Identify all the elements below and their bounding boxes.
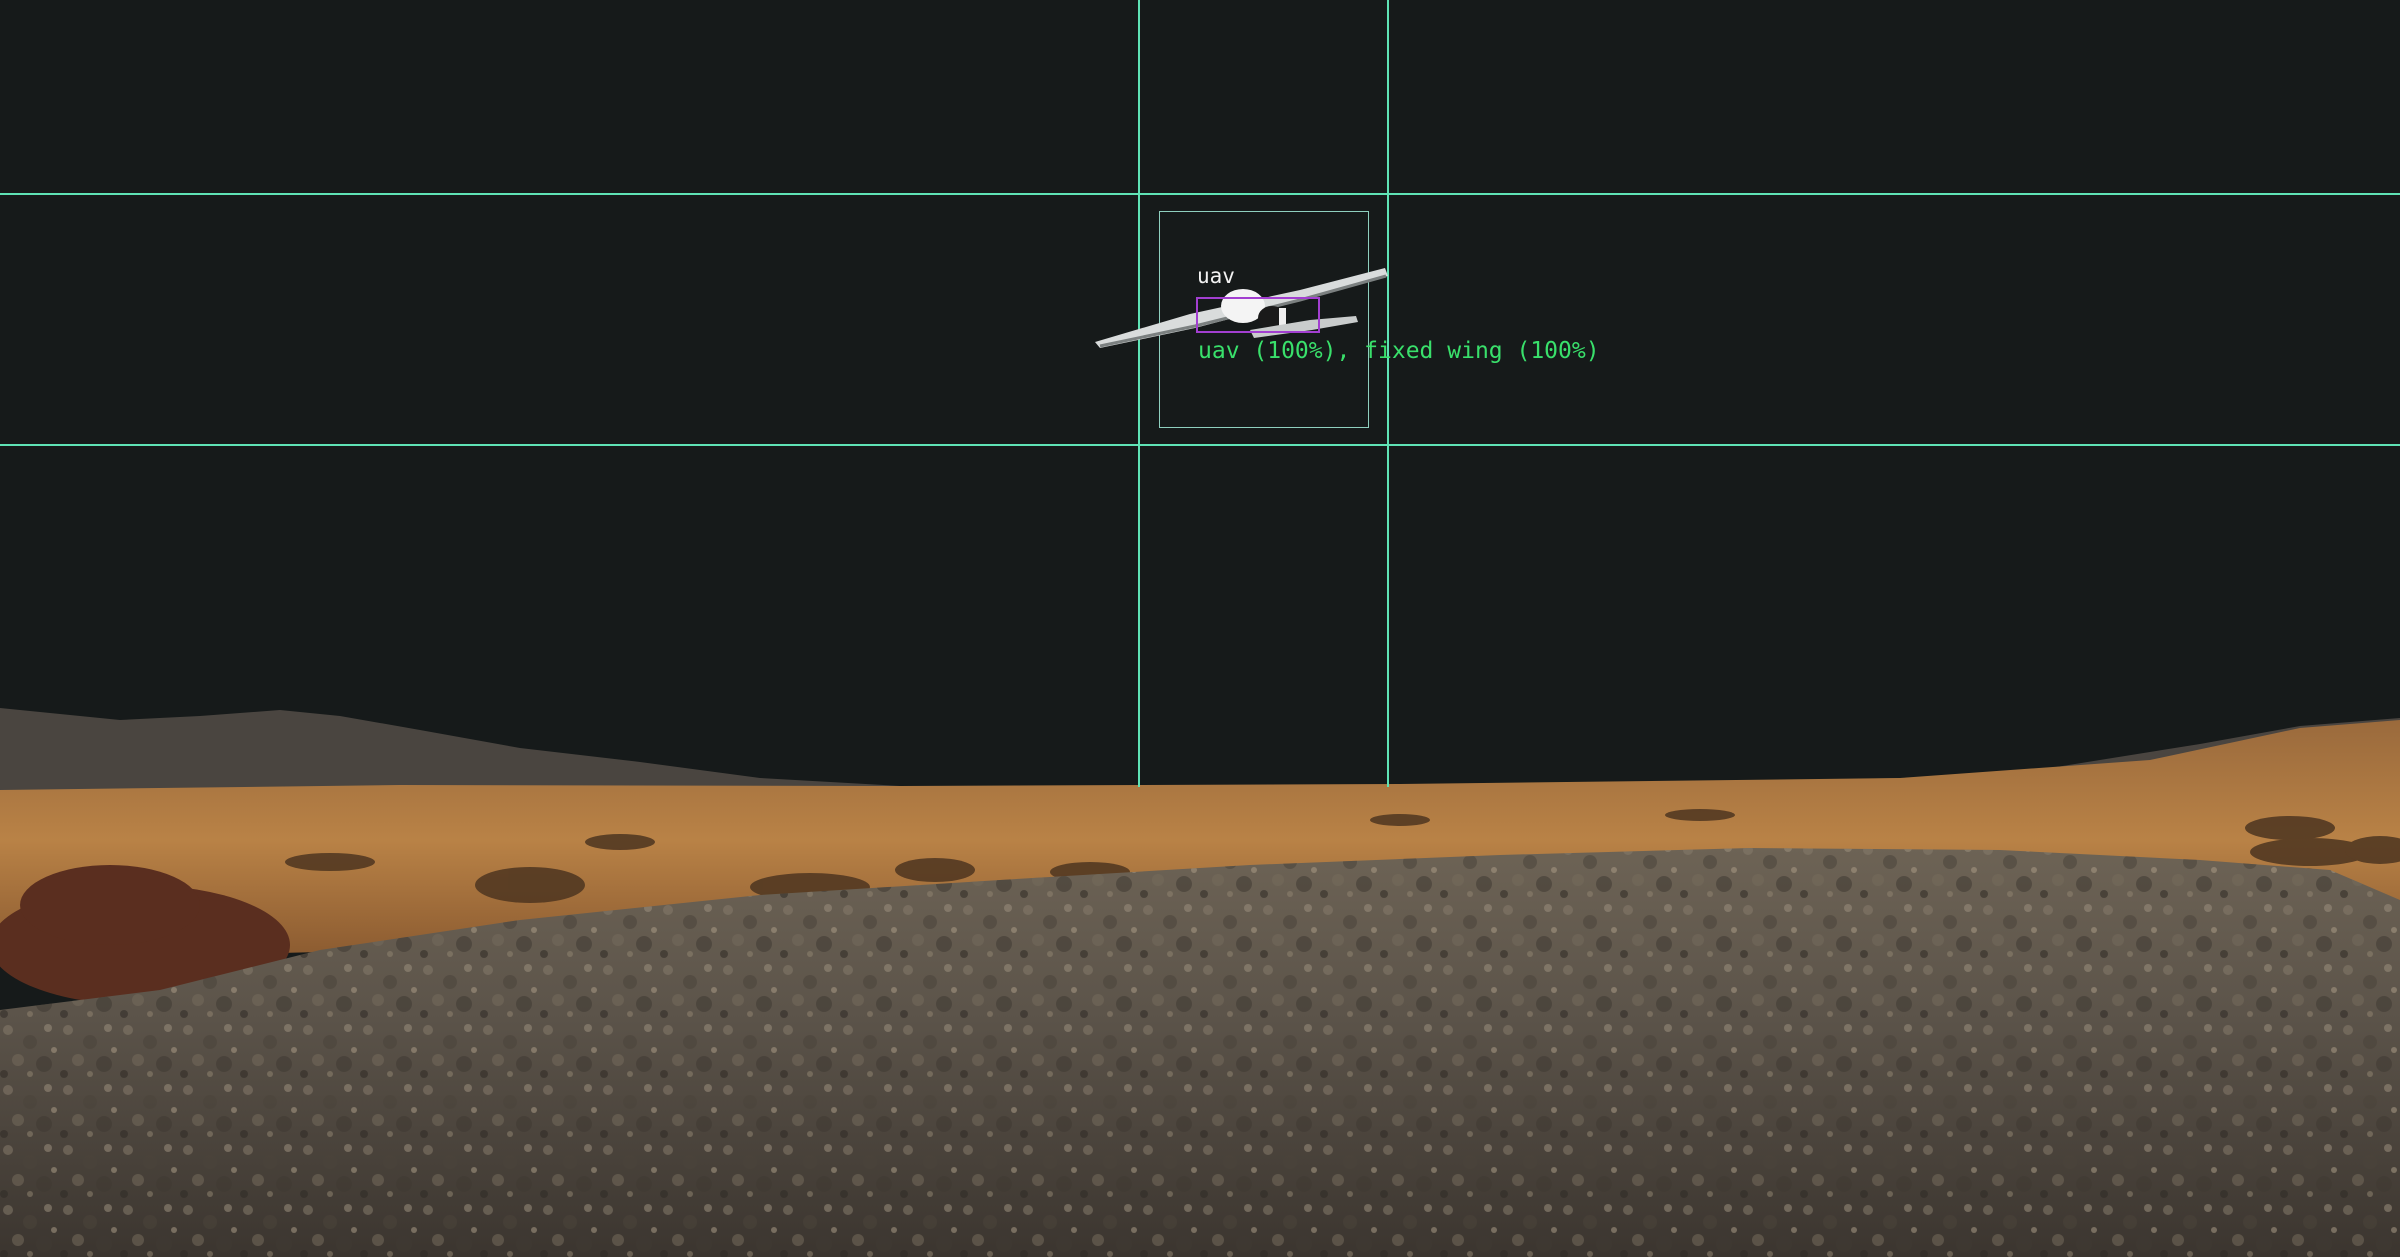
uav-aircraft (1095, 268, 1388, 348)
detection-confidence-caption: uav (100%), fixed wing (100%) (1198, 338, 1600, 364)
video-frame: uav uav (100%), fixed wing (100%) (0, 0, 2400, 1257)
detection-class-label: uav (1197, 264, 1235, 288)
detection-bounding-box (1196, 297, 1320, 333)
